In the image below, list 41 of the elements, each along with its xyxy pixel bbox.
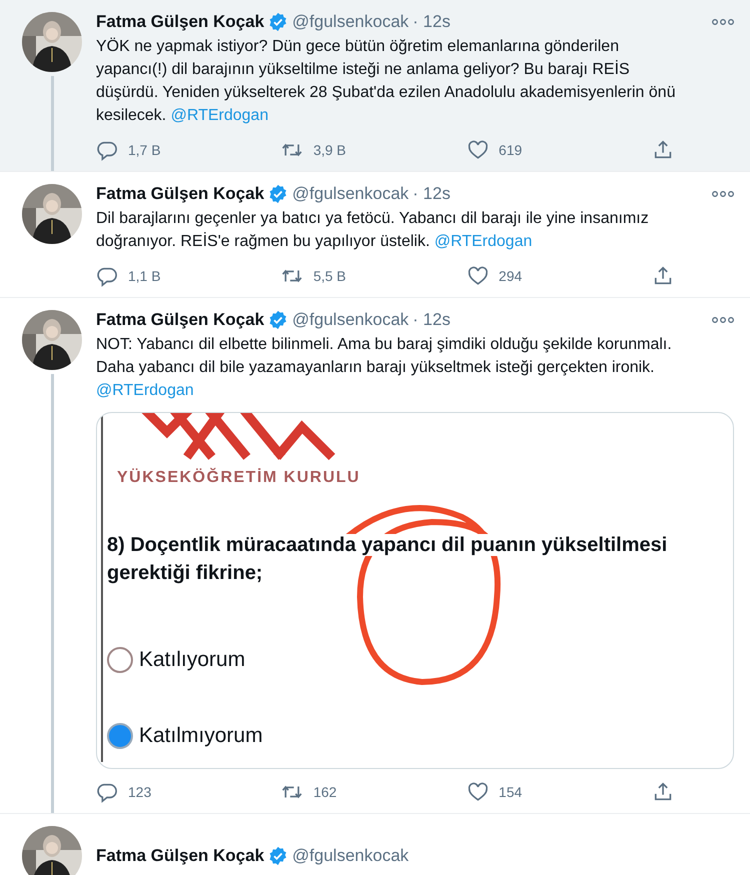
option-label: Katılmıyorum: [139, 724, 263, 748]
more-icon[interactable]: [712, 316, 734, 324]
retweet-count: 3,9 B: [313, 142, 346, 158]
tweet-text: NOT: Yabancı dil elbette bilinmeli. Ama bu baraj şimdiki olduğu şekilde korunmalı. Daha yabancı dil bile yazamayanların barajı yükseltmek isteği gerçekten ironik. @RTErdogan: [96, 335, 673, 401]
radio-button[interactable]: [107, 647, 133, 673]
reply-icon[interactable]: [96, 139, 118, 161]
reply-icon[interactable]: [96, 265, 118, 287]
tweet-text: Dil barajlarını geçenler ya batıcı ya fetöcü. Yabancı dil barajı ile yine insanımız doğranıyor. REİS'e rağmen bu yapılıyor üstelik. @RTErdogan: [96, 209, 650, 252]
option-label: Katılıyorum: [139, 648, 246, 672]
like-count: 619: [498, 142, 522, 158]
reply-count: 123: [128, 784, 152, 800]
reply-count: 1,7 B: [128, 142, 161, 158]
author-handle: @fgulsenkocak: [292, 310, 409, 330]
tweet-card[interactable]: Fatma Gülşen Koçak @fgulsenkocak · 12s Dil barajlarını geçenler ya batıcı ya fetöcü. Yabancı dil barajı ile yine insanımız doğranıyor. REİS'e rağmen bu yapılıyor üstelik. @RTErdogan 1,1 B 5,5 B 294: [0, 172, 750, 298]
retweet-count: 162: [313, 784, 337, 800]
reply-count: 1,1 B: [128, 268, 161, 284]
organization-name: YÜKSEKÖĞRETİM KURULU: [117, 469, 362, 487]
author-name[interactable]: Fatma Gülşen Koçak: [96, 310, 264, 330]
retweet-count: 5,5 B: [313, 268, 346, 284]
radio-button[interactable]: [107, 723, 133, 749]
reply-icon[interactable]: [96, 781, 118, 803]
tweet-text: YÖK ne yapmak istiyor? Dün gece bütün öğretim elemanlarına gönderilen yapancı(!) dil barajının yükseltilme isteği ne anlama geliyor? Bu barajı REİS düşürdü. Yeniden yükselterek 28 Şubat'da ezilen Anadolulu akademisyenlerin önü kesilecek. @RTErdogan: [96, 36, 676, 126]
author-handle: @fgulsenkocak: [292, 12, 409, 32]
more-icon[interactable]: [712, 190, 734, 198]
attached-document[interactable]: YÜKSEKÖĞRETİM KURULU 8) Doçentlik müracaatında yapancı dil puanın yükseltilmesi gerektiği fikrine; Katılıyorum Katılmıyorum: [96, 412, 734, 769]
like-icon[interactable]: [466, 265, 489, 287]
like-count: 154: [498, 784, 522, 800]
survey-question: 8) Doçentlik müracaatında yapancı dil puanın yükseltilmesi gerektiği fikrine;: [107, 533, 668, 586]
more-icon[interactable]: [712, 18, 734, 26]
tweet-card[interactable]: [0, 0, 750, 172]
author-name[interactable]: Fatma Gülşen Koçak: [96, 12, 264, 32]
tweet-time[interactable]: · 12s: [412, 184, 450, 204]
like-icon[interactable]: [466, 781, 489, 803]
author-name[interactable]: Fatma Gülşen Koçak: [96, 184, 264, 204]
author-handle: @fgulsenkocak: [292, 846, 409, 866]
author-handle: @fgulsenkocak: [292, 184, 409, 204]
like-icon[interactable]: [466, 139, 489, 161]
tweet-time[interactable]: · 12s: [412, 310, 450, 330]
tweet-time[interactable]: · 12s: [412, 12, 450, 32]
like-count: 294: [498, 268, 522, 284]
author-name[interactable]: Fatma Gülşen Koçak: [96, 846, 264, 866]
